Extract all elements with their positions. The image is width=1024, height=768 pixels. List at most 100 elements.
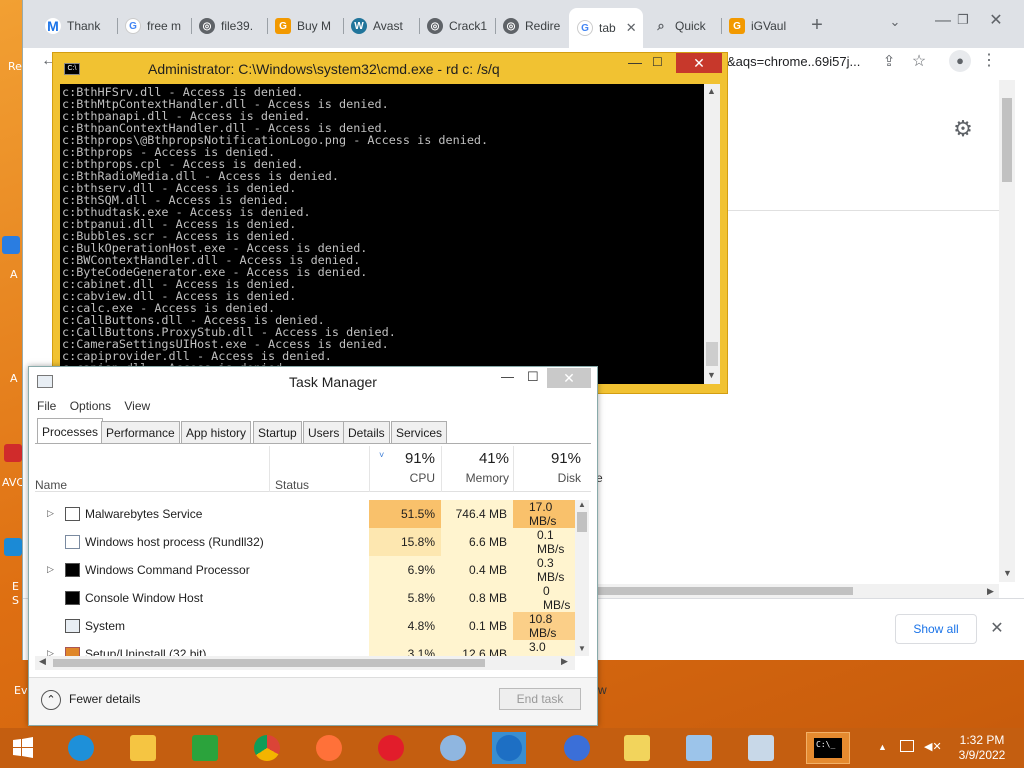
column-disk[interactable]: Disk [513,471,581,485]
profile-avatar[interactable]: ● [949,50,971,72]
show-hidden-icons-icon[interactable]: ▲ [878,742,887,752]
close-tab-icon[interactable]: ✕ [626,20,637,36]
browser-tab[interactable]: ◎ Crack1 [419,12,495,40]
fewer-details-link[interactable]: Fewer details [69,692,140,706]
table-row[interactable]: Console Window Host 5.8% 0.8 MB 0 MB/s [35,584,575,612]
scroll-left-icon[interactable]: ◀ [39,656,46,667]
taskbar-firefox[interactable] [312,732,346,764]
taskbar-opera[interactable] [374,732,408,764]
browser-tab[interactable]: ◎ Redire [495,12,569,40]
browser-tab-active[interactable]: G tab ✕ [569,8,643,48]
table-row[interactable]: ▷ Windows Command Processor 6.9% 0.4 MB … [35,556,575,584]
bookmark-star-icon[interactable]: ☆ [909,51,929,71]
end-task-button[interactable]: End task [499,688,581,710]
scroll-down-icon[interactable]: ▼ [578,644,586,653]
scroll-up-icon[interactable]: ▲ [578,500,586,509]
taskbar-clock[interactable]: 1:32 PM 3/9/2022 [952,733,1012,763]
expand-chevron-icon[interactable]: ▷ [47,508,54,519]
tab-users[interactable]: Users [303,421,345,443]
scroll-down-icon[interactable]: ▼ [1003,568,1012,578]
new-tab-button[interactable]: + [805,14,829,37]
network-icon[interactable] [900,740,914,752]
taskbar-app[interactable] [620,732,654,764]
taskbar-store[interactable] [188,732,222,764]
taskbar-explorer[interactable] [126,732,160,764]
menu-options[interactable]: Options [70,399,111,413]
close-download-bar-icon[interactable]: ✕ [987,618,1007,638]
table-row[interactable]: ▷ Setup/Uninstall (32 bit) 3.1% 12.6 MB … [35,640,575,656]
restore-button[interactable]: ❐ [953,12,973,28]
avast-icon[interactable] [4,444,22,462]
tm-minimize-button[interactable]: — [501,369,514,384]
cmd-close-button[interactable]: ✕ [676,53,722,73]
taskbar-chrome[interactable] [250,732,284,764]
tm-maximize-button[interactable]: ☐ [527,369,539,385]
tab-search-chevron-icon[interactable]: ⌄ [885,14,905,30]
scrollbar-thumb[interactable] [1002,98,1012,182]
taskbar-cmd[interactable]: C:\_ [806,732,850,764]
column-memory[interactable]: Memory [441,471,509,485]
scroll-right-icon[interactable]: ▶ [561,656,568,667]
browser-tab[interactable]: W Avast [343,12,419,40]
taskbar-app[interactable] [560,732,594,764]
tab-services[interactable]: Services [391,421,448,443]
tab-processes[interactable]: Processes [37,418,104,444]
address-bar-text[interactable]: &aqs=chrome..69i57j... [727,54,860,69]
taskbar-ie[interactable] [64,732,98,764]
browser-tab[interactable]: ⌕ Quick [645,12,719,40]
scroll-up-icon[interactable]: ▲ [707,86,716,96]
cmd-maximize-button[interactable]: ☐ [652,55,663,69]
tab-performance[interactable]: Performance [101,421,180,443]
process-list: ▷ Malwarebytes Service 51.5% 746.4 MB 17… [35,500,575,656]
browser-tab[interactable]: G Buy M [267,12,343,40]
tab-startup[interactable]: Startup [253,421,302,443]
close-window-button[interactable]: ✕ [983,10,1009,30]
memory-usage: 41% [478,450,509,467]
tm-close-button[interactable]: ✕ [547,368,591,388]
expand-chevron-icon[interactable]: ▷ [47,564,54,575]
table-row[interactable]: System 4.8% 0.1 MB 10.8 MB/s [35,612,575,640]
cmd-output[interactable]: c:BthHFSrv.dll - Access is denied. c:BthM… [60,84,704,384]
taskbar-app[interactable] [436,732,470,764]
tab-app-history[interactable]: App history [181,421,252,443]
page-horizontal-scrollbar[interactable] [593,584,999,598]
expand-chevron-icon[interactable]: ▷ [47,648,54,656]
scrollbar-thumb[interactable] [577,512,587,532]
browser-tab[interactable]: M Thank [37,12,115,40]
scroll-right-icon[interactable]: ▶ [987,586,994,597]
minimize-button[interactable]: — [933,12,953,30]
taskbar-app[interactable] [682,732,716,764]
opera-icon [378,735,404,761]
page-scrollbar[interactable] [999,80,1015,582]
table-row[interactable]: ▷ Malwarebytes Service 51.5% 746.4 MB 17… [35,500,575,528]
process-list-scrollbar[interactable]: ▲ ▼ [575,500,589,656]
taskbar-app[interactable] [744,732,778,764]
taskbar-malwarebytes[interactable] [492,732,526,764]
column-status[interactable]: Status [275,478,309,492]
tab-details[interactable]: Details [343,421,390,443]
volume-muted-icon[interactable]: ◀✕ [924,740,942,753]
scrollbar-thumb[interactable] [597,587,853,595]
share-icon[interactable]: ⇪ [879,52,899,70]
settings-gear-icon[interactable]: ⚙ [949,116,977,142]
more-menu-icon[interactable]: ⋮ [979,50,999,70]
column-name[interactable]: Name [35,478,67,492]
menu-view[interactable]: View [124,399,150,413]
scrollbar-thumb[interactable] [706,342,718,366]
desktop-app-icon[interactable] [4,538,22,556]
desktop-app-icon[interactable] [2,236,20,254]
scrollbar-thumb[interactable] [53,659,485,667]
browser-tab[interactable]: G iGVaul [721,12,795,40]
cmd-scrollbar[interactable]: ▲ ▼ [704,84,720,384]
table-row[interactable]: Windows host process (Rundll32) 15.8% 6.… [35,528,575,556]
column-cpu[interactable]: CPU [369,471,435,485]
browser-tab[interactable]: ◎ file39. [191,12,267,40]
process-list-hscrollbar[interactable]: ◀ ▶ [35,656,575,670]
cmd-minimize-button[interactable]: — [628,54,642,70]
collapse-chevron-icon[interactable]: ⌃ [41,690,61,710]
browser-tab[interactable]: G free m [117,12,189,40]
scroll-down-icon[interactable]: ▼ [707,370,716,380]
menu-file[interactable]: File [37,399,56,413]
show-all-button[interactable]: Show all [895,614,977,644]
start-button[interactable] [6,732,40,764]
